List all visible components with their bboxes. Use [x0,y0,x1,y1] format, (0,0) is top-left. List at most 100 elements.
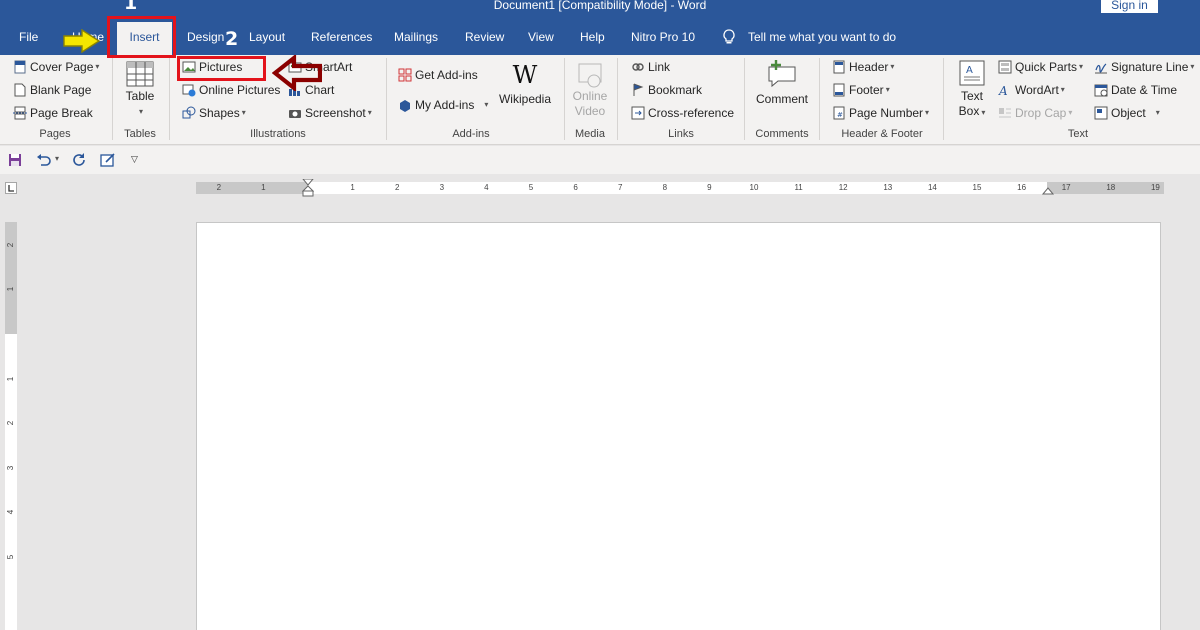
ruler-tick-label: 19 [1150,183,1160,192]
tab-selector[interactable] [5,182,17,194]
online-pictures-icon [182,83,196,97]
quick-parts-button[interactable]: Quick Parts ▾ [998,60,1083,74]
chevron-down-icon: ▾ [1079,62,1084,71]
quick-parts-icon [998,60,1012,74]
tab-help[interactable]: Help [580,29,605,45]
vertical-ruler[interactable]: 2 1 1 2 3 4 5 [5,222,17,630]
tab-design[interactable]: Design [187,29,224,45]
screenshot-button[interactable]: Screenshot ▾ [288,106,372,120]
quick-access-toolbar: ▾ ▽ [0,146,1200,174]
tab-view[interactable]: View [528,29,554,45]
get-addins-label: Get Add-ins [415,68,478,82]
tab-references[interactable]: References [311,29,372,45]
cover-page-button[interactable]: Cover Page ▾ [13,60,99,74]
indent-marker-icon[interactable] [302,179,314,197]
ruler-tick-label: 4 [6,510,15,515]
comment-button[interactable]: Comment [752,59,812,107]
ruler-tick-label: 5 [528,183,534,192]
header-button[interactable]: Header ▾ [832,60,894,74]
tab-file[interactable]: File [19,29,38,45]
footer-icon [832,83,846,97]
online-video-label-2: Video [574,104,606,118]
page-break-icon [13,106,27,120]
online-video-icon [578,63,602,88]
page-break-button[interactable]: Page Break [13,106,93,120]
step-2-label: 2 [225,28,239,50]
group-separator [943,58,944,140]
window-title: Document1 [Compatibility Mode] - Word [493,0,707,12]
tab-mailings[interactable]: Mailings [394,29,438,45]
page-break-label: Page Break [30,106,93,120]
text-box-icon: A [959,60,985,86]
save-icon[interactable] [8,153,22,170]
ruler-tick-label: 12 [838,183,848,192]
ruler-tick-label: 7 [617,183,623,192]
document-page[interactable] [196,222,1161,630]
chevron-down-icon: ▾ [885,85,890,94]
my-addins-icon [398,98,412,112]
group-label-pages: Pages [39,128,71,140]
ruler-tick-label: 4 [484,183,489,192]
object-button[interactable]: Object ▾ [1094,106,1160,120]
link-button[interactable]: Link [631,60,670,74]
ruler-tick-label: 2 [394,183,400,192]
get-addins-button[interactable]: Get Add-ins [398,68,478,82]
calendar-icon [1094,83,1108,97]
table-button[interactable]: Table ▾ [120,61,160,119]
sign-in-button[interactable]: Sign in [1100,0,1159,14]
blank-page-button[interactable]: Blank Page [13,83,91,97]
shapes-button[interactable]: Shapes ▾ [182,106,246,120]
horizontal-ruler[interactable]: 2 1 1 2 3 4 5 6 7 8 9 10 11 12 13 14 15 16 17 18 19 [196,179,1164,197]
chevron-down-icon: ▾ [981,108,986,117]
wordart-icon: A [998,83,1012,98]
tab-layout[interactable]: Layout [249,29,285,45]
svg-text:A: A [966,65,973,76]
text-box-label-1: Text [960,89,983,103]
online-pictures-button[interactable]: Online Pictures [182,83,280,97]
group-separator [169,58,170,140]
bookmark-button[interactable]: Bookmark [631,83,702,97]
drop-cap-icon [998,106,1012,120]
my-addins-button[interactable]: My Add-ins ▾ [398,98,488,112]
text-box-button[interactable]: A Text Box ▾ [952,59,992,120]
footer-button[interactable]: Footer ▾ [832,83,890,97]
online-video-button[interactable]: Online Video [568,61,612,119]
redo-icon[interactable] [71,152,87,171]
wordart-button[interactable]: A WordArt ▾ [998,83,1065,98]
group-label-illustrations: Illustrations [250,128,306,140]
ruler-tick-label: 18 [1106,183,1116,192]
tell-me-search[interactable]: Tell me what you want to do [748,29,896,45]
touch-mode-icon[interactable] [100,152,116,171]
chevron-down-icon: ▾ [484,100,489,109]
signature-line-button[interactable]: Signature Line ▾ [1094,60,1194,74]
lightbulb-icon [722,29,736,49]
tab-review[interactable]: Review [465,29,504,45]
object-icon [1094,106,1108,120]
ruler-tick-label: 11 [794,183,803,192]
group-separator [564,58,565,140]
cross-reference-button[interactable]: Cross-reference [631,106,734,120]
date-time-button[interactable]: Date & Time [1094,83,1177,97]
cross-reference-icon [631,106,645,120]
arrow-right-icon [63,29,101,53]
wikipedia-button[interactable]: W Wikipedia [497,61,553,107]
right-indent-marker-icon[interactable] [1042,185,1054,195]
online-video-label-1: Online [572,89,608,103]
group-separator [617,58,618,140]
tab-nitro-pro[interactable]: Nitro Pro 10 [631,29,695,45]
page-number-button[interactable]: # Page Number ▾ [832,106,929,120]
chevron-down-icon: ▾ [138,107,143,116]
undo-dropdown-chevron-icon[interactable]: ▾ [55,154,59,163]
drop-cap-button[interactable]: Drop Cap ▾ [998,106,1072,120]
wikipedia-label: Wikipedia [498,92,552,106]
ruler-tick-label: 9 [707,183,712,192]
cover-page-label: Cover Page [30,60,94,74]
ruler-tick-label: 8 [662,183,668,192]
page-number-label: Page Number [849,106,924,120]
customize-toolbar-chevron-icon[interactable]: ▽ [131,154,138,165]
blank-page-label: Blank Page [30,83,92,97]
undo-icon[interactable] [36,152,52,171]
comment-icon [768,60,796,88]
ruler-tick-label: 14 [927,183,937,192]
group-separator [112,58,113,140]
